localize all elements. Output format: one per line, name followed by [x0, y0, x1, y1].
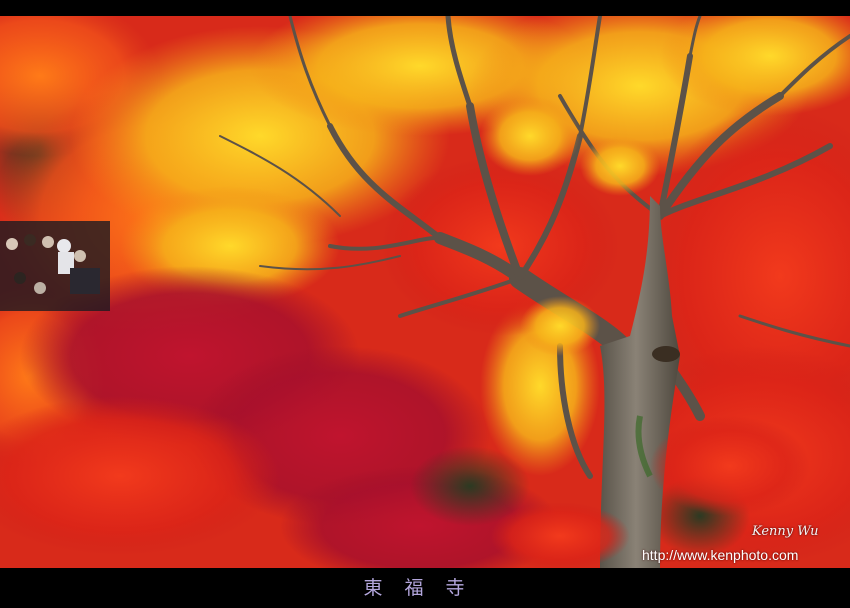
top-frame-bar: [0, 0, 850, 16]
visitors-crowd: [0, 221, 110, 311]
website-watermark: http://www.kenphoto.com: [642, 547, 799, 563]
autumn-photo: [0, 16, 850, 568]
photographer-signature: Kenny Wu: [752, 524, 819, 539]
location-caption: 東福寺: [363, 577, 487, 599]
